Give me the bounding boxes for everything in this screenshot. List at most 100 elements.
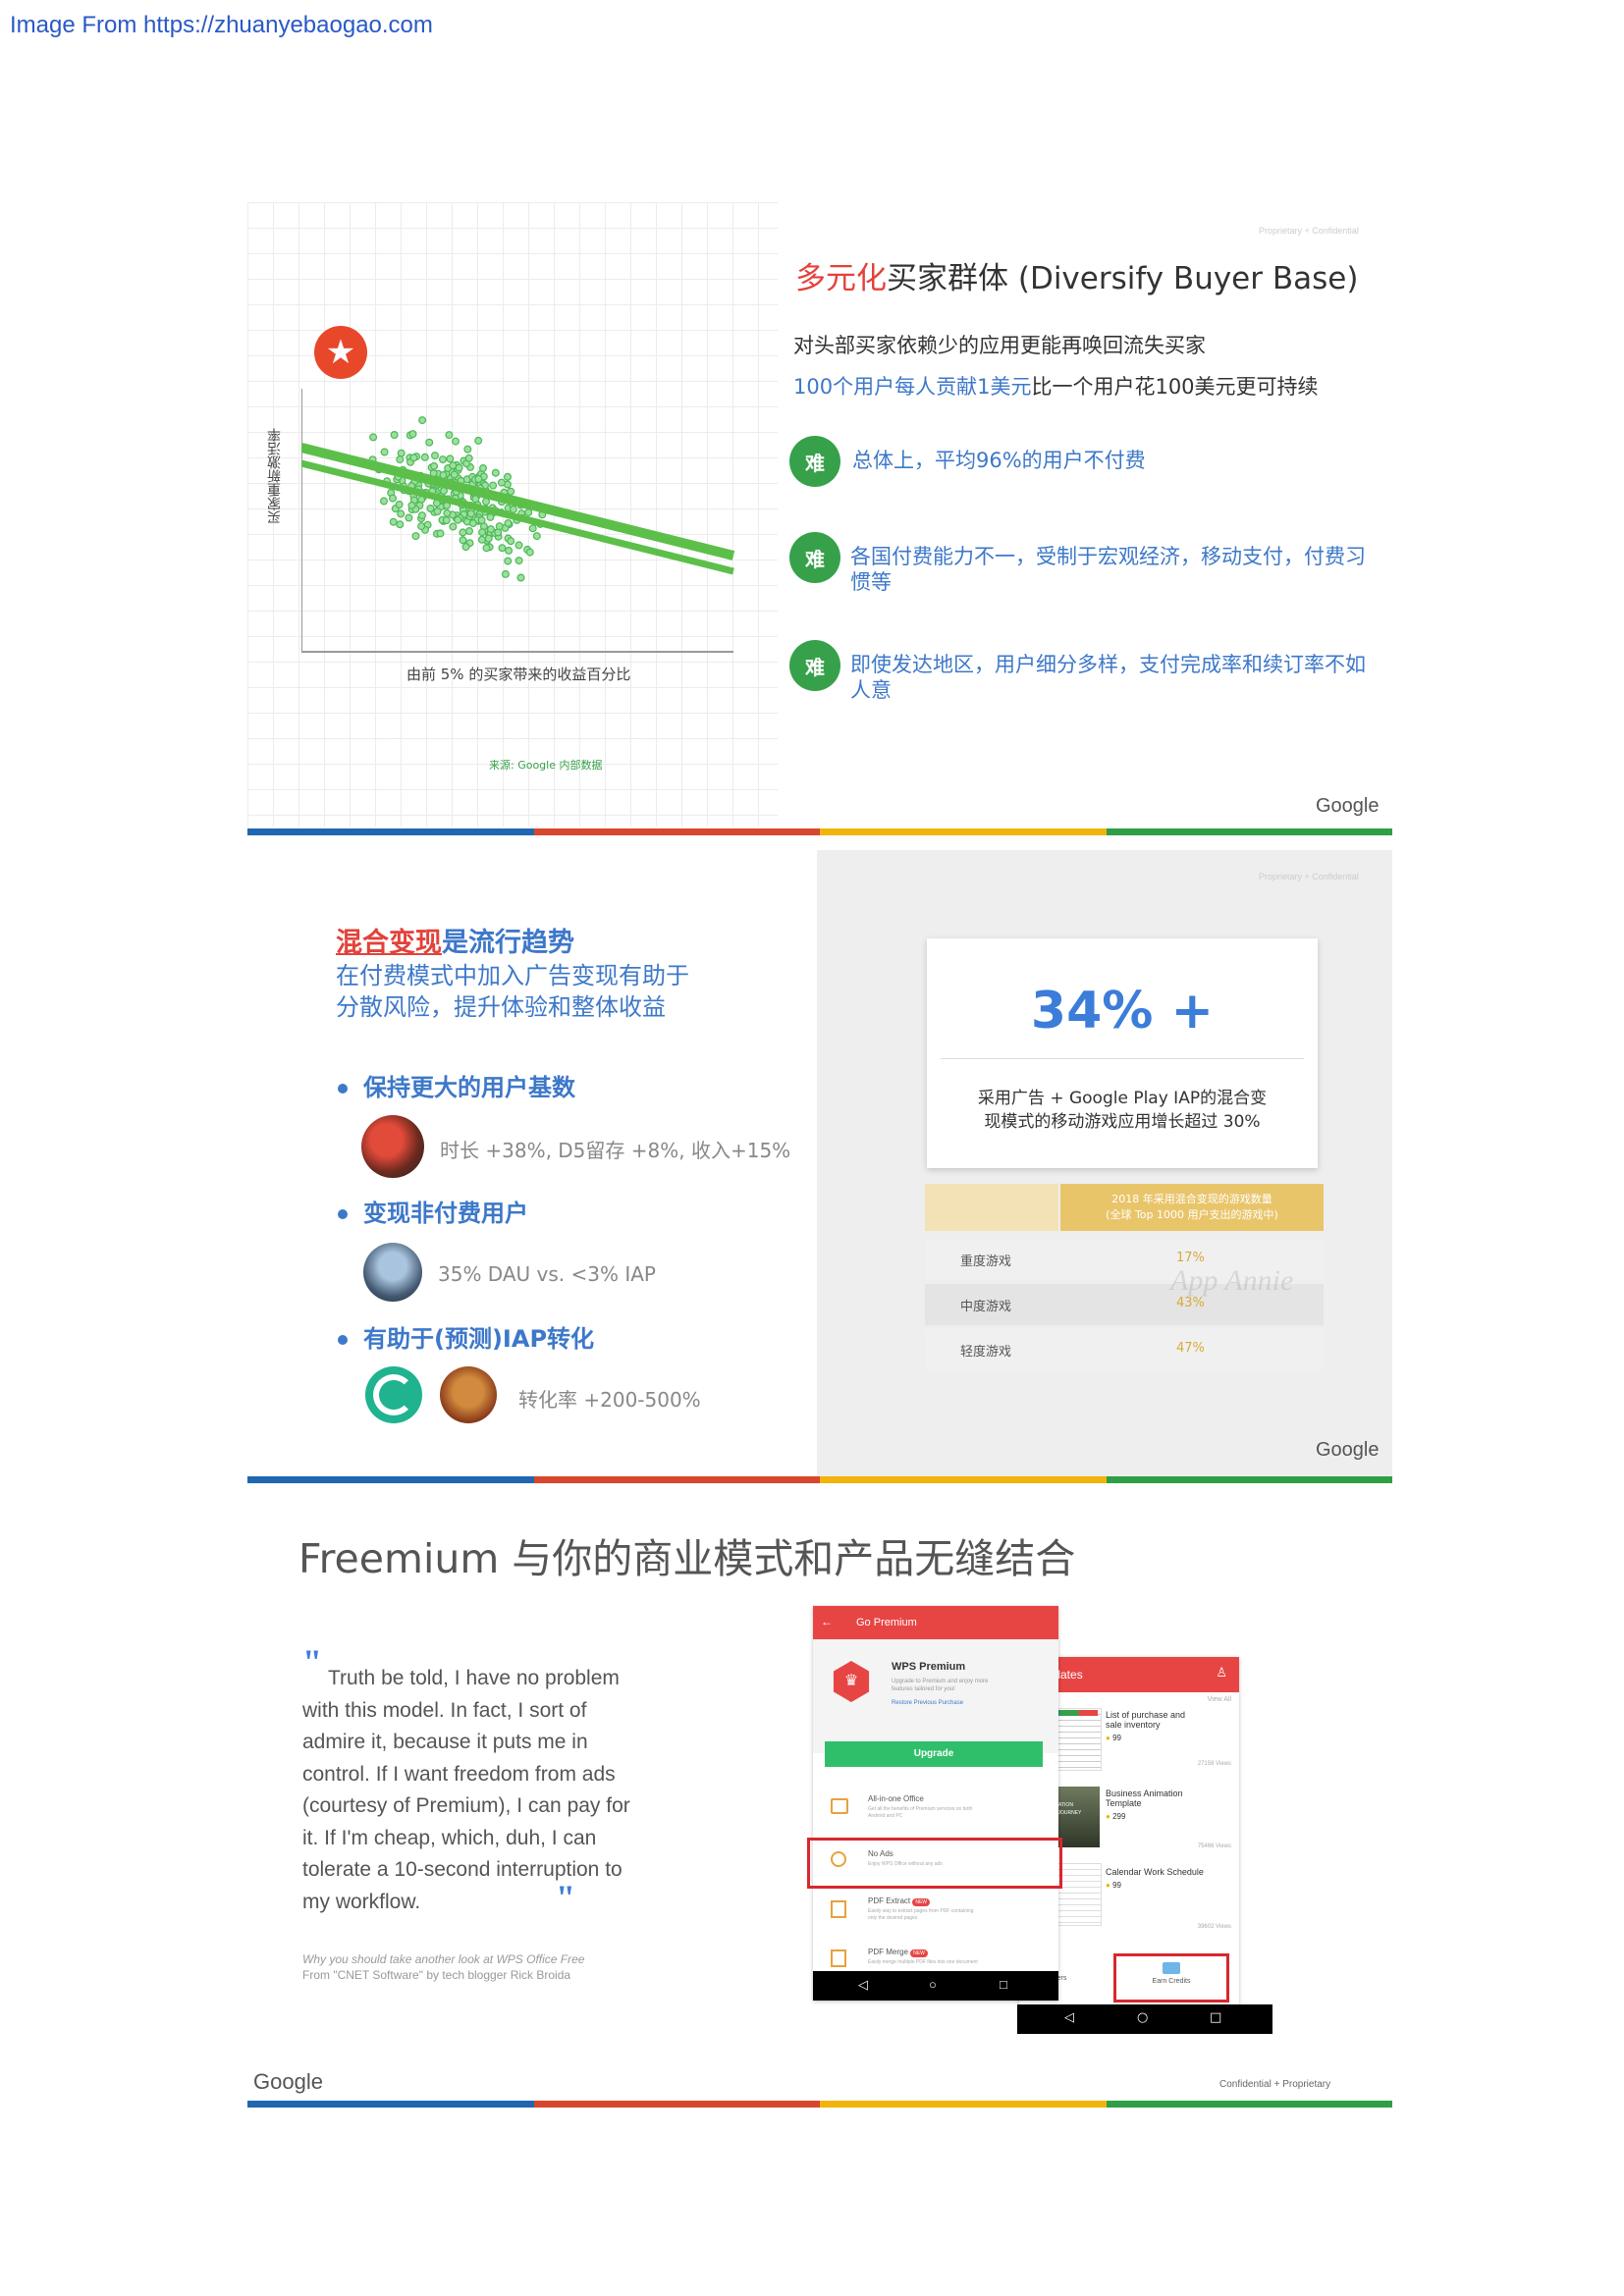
scatter-point (390, 430, 399, 439)
template-title: Calendar Work Schedule (1106, 1867, 1204, 1877)
feature-desc: Android and PC (868, 1813, 903, 1819)
subtitle-line: 分散风险，提升体验和整体收益 (336, 993, 666, 1021)
chart-ylabel: 买家重新激活率 (267, 428, 283, 524)
scatter-point (445, 431, 454, 440)
scatter-point (417, 511, 426, 520)
scatter-point (461, 543, 470, 552)
intro-rest: 比一个用户花100美元更可持续 (1031, 375, 1319, 399)
slide-title: Freemium 与你的商业模式和产品无缝结合 (298, 1535, 1076, 1582)
view-all-link[interactable]: View All (1208, 1696, 1231, 1703)
title-rest: 是流行趋势 (442, 928, 574, 958)
premium-header-title: Go Premium (856, 1617, 917, 1629)
confidential-label: Proprietary + Confidential (1259, 226, 1359, 236)
scatter-point (426, 504, 435, 512)
table-header-line: (全球 Top 1000 用户支出的游戏中) (1106, 1208, 1278, 1221)
office-icon (831, 1798, 848, 1814)
scatter-point (389, 517, 398, 526)
scatter-point (369, 433, 378, 442)
bullet-stat: 35% DAU vs. <3% IAP (438, 1262, 656, 1286)
quote-block: Truth be told, I have no problem with th… (302, 1663, 695, 1918)
scatter-point (420, 453, 429, 461)
template-views: 39602 Views (1197, 1924, 1231, 1930)
back-arrow-icon[interactable]: ← (821, 1615, 833, 1629)
source-watermark[interactable]: Image From https://zhuanyebaogao.com (10, 12, 433, 39)
close-quote-icon: " (556, 1878, 575, 1917)
bullet-stat: 时长 +38%, D5留存 +8%, 收入+15% (440, 1139, 791, 1162)
scatter-point (388, 494, 397, 503)
scatter-chart (301, 389, 735, 653)
scatter-point (442, 516, 451, 525)
row-value: 17% (1176, 1251, 1205, 1265)
trend-band-upper (301, 443, 735, 561)
scatter-point (514, 541, 523, 550)
scatter-point (418, 416, 427, 425)
feature-item[interactable]: PDF Merge NEW Easily merge multiple PDF … (813, 1944, 1058, 1973)
scatter-point (466, 509, 475, 518)
back-icon[interactable]: ◁ (858, 1977, 868, 1993)
scatter-point (395, 500, 404, 508)
slide-diversify-buyer-base: Proprietary + Confidential ★ 买家重新激活率 由前 … (247, 202, 1392, 836)
recents-icon[interactable]: □ (1210, 2010, 1221, 2025)
scatter-point (482, 544, 491, 553)
row-value: 47% (1176, 1341, 1205, 1356)
template-title: Template (1106, 1798, 1142, 1808)
scatter-point (509, 505, 517, 513)
home-icon[interactable]: ○ (1137, 2010, 1148, 2025)
template-price: ● 299 (1106, 1812, 1126, 1821)
scatter-point (431, 452, 440, 460)
feature-title: All-in-one Office (868, 1794, 924, 1803)
home-icon[interactable]: ○ (929, 1977, 937, 1992)
crown-icon: ♛ (833, 1661, 870, 1702)
quote-source: Why you should take another look at WPS … (302, 1951, 584, 1983)
quote-line: admire it, because it puts me in (302, 1731, 588, 1753)
scatter-point (380, 448, 389, 456)
bullet-title: 保持更大的用户基数 (363, 1074, 575, 1101)
scatter-point (407, 501, 416, 509)
template-card[interactable]: List of purchase and sale inventory ● 99 (1106, 1710, 1233, 1743)
quote-line: my workflow. (302, 1890, 421, 1913)
difficulty-badge: 难 (789, 436, 840, 487)
premium-header: ← Go Premium (813, 1606, 1058, 1639)
bullet-dot (338, 1335, 348, 1345)
scatter-point (425, 438, 434, 447)
scatter-point (495, 522, 504, 531)
star-badge-icon: ★ (314, 326, 367, 379)
template-card[interactable]: Business Animation Template ● 299 (1106, 1789, 1233, 1822)
back-icon[interactable]: ◁ (1064, 2010, 1074, 2025)
scatter-point (486, 512, 495, 521)
upgrade-button[interactable]: Upgrade (825, 1741, 1043, 1767)
scatter-point (484, 534, 493, 543)
scatter-point (408, 430, 417, 439)
source-line: Why you should take another look at WPS … (302, 1952, 585, 1966)
feature-title: PDF Merge NEW (868, 1948, 928, 1957)
feature-item[interactable]: All-in-one Office Get all the benefits o… (813, 1789, 1058, 1832)
google-logo: Google (253, 2069, 323, 2094)
user-icon: ♙ (1216, 1665, 1227, 1680)
restore-link[interactable]: Restore Previous Purchase (892, 1700, 963, 1706)
scatter-point (514, 557, 523, 565)
template-views: 75466 Views (1197, 1843, 1231, 1849)
scatter-point (433, 507, 442, 515)
template-title: List of purchase and (1106, 1710, 1186, 1720)
scatter-point (454, 515, 462, 524)
feature-item[interactable]: PDF Extract NEW Easily way to extract pa… (813, 1891, 1058, 1934)
scatter-point (532, 532, 541, 541)
scatter-point (525, 548, 534, 557)
scatter-point (446, 454, 455, 463)
recents-icon[interactable]: □ (1000, 1977, 1007, 1992)
bullet-dot (338, 1084, 348, 1094)
scatter-point (468, 519, 477, 528)
slide-title: 混合变现是流行趋势 (336, 921, 574, 959)
template-card[interactable]: Calendar Work Schedule ● 99 (1106, 1867, 1233, 1891)
difficulty-point: 即使发达地区，用户细分多样，支付完成率和续订率不如人意 (850, 653, 1366, 702)
brand-color-bar (247, 2101, 1392, 2108)
title-rest: 买家群体 (Diversify Buyer Base) (887, 261, 1359, 296)
scatter-point (397, 509, 406, 518)
table-header-empty (925, 1184, 1058, 1231)
row-value: 43% (1176, 1296, 1205, 1310)
scatter-point (379, 497, 388, 506)
scatter-point (405, 513, 413, 522)
tab-earn-credits[interactable]: Earn Credits (1113, 1953, 1229, 2002)
template-title: Business Animation (1106, 1789, 1183, 1798)
bullet-title: 有助于(预测)IAP转化 (363, 1325, 595, 1353)
